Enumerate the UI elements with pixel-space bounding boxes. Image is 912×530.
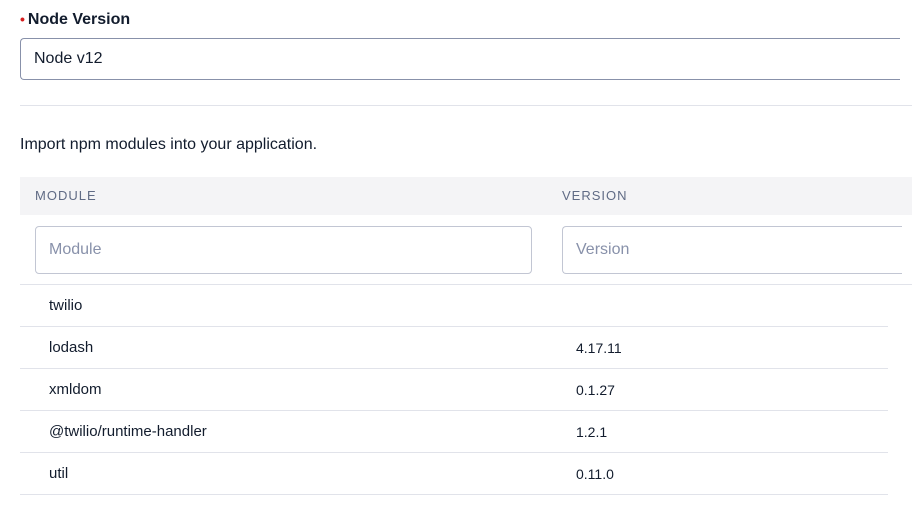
module-name-cell: lodash: [49, 339, 94, 356]
module-name-cell: twilio: [49, 297, 83, 314]
module-version-cell: 4.17.11: [576, 340, 622, 356]
module-version-input[interactable]: [562, 226, 902, 274]
table-row: lodash 4.17.11: [20, 327, 888, 369]
table-row: twilio: [20, 285, 888, 327]
module-name-cell: util: [49, 465, 69, 482]
dependencies-description: Import npm modules into your application…: [20, 136, 318, 153]
module-version-cell: 1.2.1: [576, 424, 608, 440]
node-version-select[interactable]: Node v12: [20, 38, 900, 80]
node-version-selected-value: Node v12: [34, 50, 103, 67]
module-name-cell: @twilio/runtime-handler: [49, 423, 207, 440]
new-dependency-row: [20, 215, 912, 285]
dependencies-table-header: MODULE VERSION: [20, 177, 912, 215]
required-indicator: •: [20, 11, 25, 27]
column-header-version: VERSION: [562, 188, 628, 203]
table-row: xmldom 0.1.27: [20, 369, 888, 411]
table-row: util 0.11.0: [20, 453, 888, 495]
node-version-label-text: Node Version: [27, 11, 131, 28]
section-divider: [20, 105, 912, 106]
node-version-label: • Node Version: [20, 11, 130, 29]
table-row: @twilio/runtime-handler 1.2.1: [20, 411, 888, 453]
module-name-input[interactable]: [35, 226, 532, 274]
column-header-module: MODULE: [35, 188, 97, 203]
module-version-cell: 0.11.0: [576, 466, 614, 482]
module-version-cell: 0.1.27: [576, 382, 615, 398]
module-name-cell: xmldom: [49, 381, 102, 398]
